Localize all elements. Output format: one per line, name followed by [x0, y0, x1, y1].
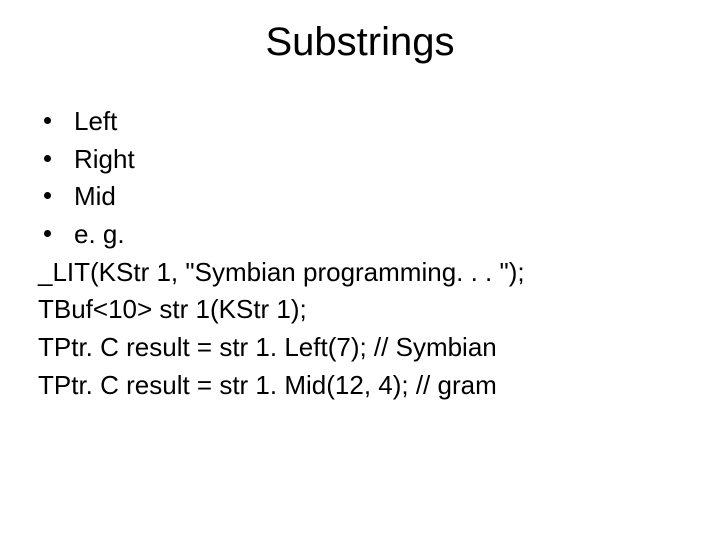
code-line: TBuf<10> str 1(KStr 1);: [38, 291, 690, 329]
bullet-icon: [44, 192, 51, 199]
code-line: TPtr. C result = str 1. Mid(12, 4); // g…: [38, 367, 690, 405]
list-item: e. g.: [38, 216, 690, 254]
slide: Substrings Left Right Mid e. g. _LIT(KSt…: [0, 0, 720, 540]
list-item: Mid: [38, 178, 690, 216]
code-line: _LIT(KStr 1, "Symbian programming. . . "…: [38, 254, 690, 292]
bullet-icon: [44, 155, 51, 162]
slide-body: Left Right Mid e. g. _LIT(KStr 1, "Symbi…: [30, 103, 690, 405]
bullet-icon: [44, 230, 51, 237]
code-line: TPtr. C result = str 1. Left(7); // Symb…: [38, 329, 690, 367]
bullet-text: Right: [74, 144, 135, 174]
list-item: Right: [38, 141, 690, 179]
slide-title: Substrings: [30, 20, 690, 65]
bullet-text: Mid: [74, 181, 116, 211]
bullet-text: Left: [74, 106, 117, 136]
list-item: Left: [38, 103, 690, 141]
bullet-icon: [44, 117, 51, 124]
bullet-list: Left Right Mid e. g.: [38, 103, 690, 254]
bullet-text: e. g.: [74, 219, 125, 249]
